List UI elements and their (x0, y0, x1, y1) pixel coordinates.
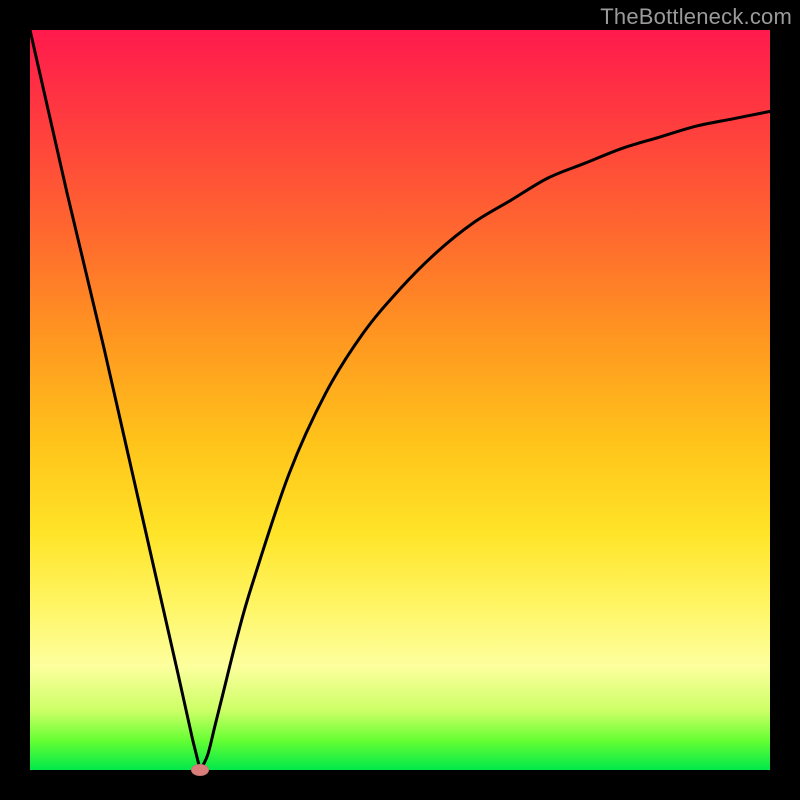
plot-area (30, 30, 770, 770)
curve-layer (30, 30, 770, 770)
bottleneck-curve (30, 30, 770, 770)
min-marker (191, 764, 209, 776)
chart-frame: TheBottleneck.com (0, 0, 800, 800)
watermark-text: TheBottleneck.com (600, 4, 792, 30)
